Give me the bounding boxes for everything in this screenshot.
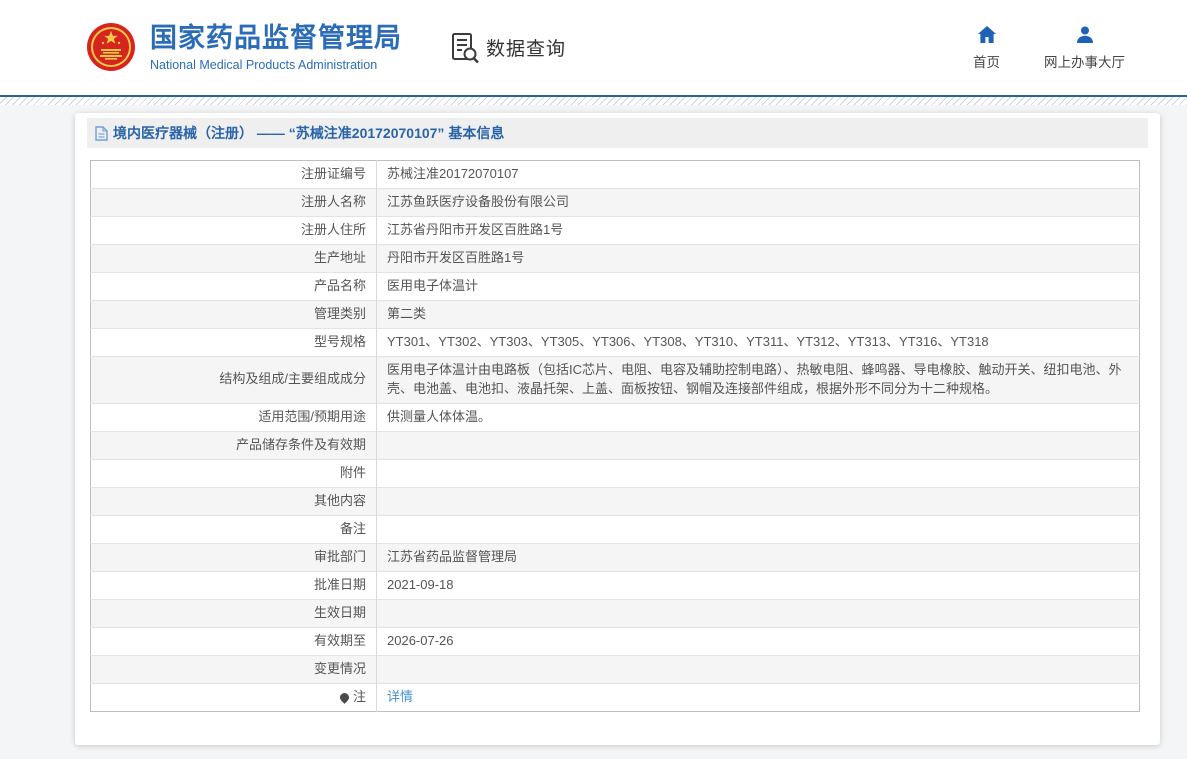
table-row: 变更情况 bbox=[90, 654, 1140, 684]
national-emblem-logo bbox=[87, 22, 135, 71]
row-value: 2026-07-26 bbox=[376, 626, 1140, 656]
row-label: 批准日期 bbox=[90, 570, 377, 600]
site-subtitle: National Medical Products Administration bbox=[150, 57, 378, 72]
row-value bbox=[376, 430, 1140, 460]
nav-service-hall-label: 网上办事大厅 bbox=[1044, 54, 1125, 70]
row-label: 有效期至 bbox=[90, 626, 377, 656]
brand-block: 国家药品监督管理局 National Medical Products Admi… bbox=[150, 23, 402, 71]
table-row: 批准日期 2021-09-18 bbox=[90, 570, 1140, 600]
row-value: 详情 bbox=[376, 682, 1140, 712]
nav-home[interactable]: 首页 bbox=[973, 25, 1000, 71]
row-value: 丹阳市开发区百胜路1号 bbox=[376, 244, 1140, 273]
row-label: 适用范围/预期用途 bbox=[90, 402, 377, 432]
row-label: 注册人住所 bbox=[90, 216, 377, 245]
data-query-entry[interactable]: 数据查询 bbox=[450, 32, 566, 64]
row-value bbox=[376, 514, 1140, 544]
breadcrumb: 境内医疗器械（注册） —— “苏械注准20172070107” 基本信息 bbox=[87, 118, 1148, 148]
row-label: 生效日期 bbox=[90, 598, 377, 628]
row-label: 备注 bbox=[90, 514, 377, 544]
row-value: 2021-09-18 bbox=[376, 570, 1140, 600]
table-row: 附件 bbox=[90, 458, 1140, 488]
document-icon bbox=[95, 125, 108, 141]
detail-link[interactable]: 详情 bbox=[387, 689, 413, 704]
page-title: 境内医疗器械（注册） —— “苏械注准20172070107” 基本信息 bbox=[113, 125, 505, 141]
table-row: 审批部门 江苏省药品监督管理局 bbox=[90, 542, 1140, 572]
nav-home-label: 首页 bbox=[973, 54, 1000, 70]
row-label: 结构及组成/主要组成成分 bbox=[90, 356, 377, 404]
row-label: 注 bbox=[90, 682, 377, 712]
row-label: 产品名称 bbox=[90, 272, 377, 301]
row-label: 生产地址 bbox=[90, 244, 377, 273]
row-value bbox=[376, 654, 1140, 684]
table-row: 生效日期 bbox=[90, 598, 1140, 628]
document-search-icon bbox=[452, 32, 479, 63]
table-row: 注册证编号 苏械注准20172070107 bbox=[91, 160, 1140, 189]
row-value bbox=[376, 458, 1140, 488]
row-label: 注册证编号 bbox=[300, 166, 366, 182]
bulb-icon bbox=[338, 690, 351, 704]
table-row: 管理类别 第二类 bbox=[90, 300, 1140, 329]
row-label: 审批部门 bbox=[90, 542, 377, 572]
table-row: 注册人名称 江苏鱼跃医疗设备股份有限公司 bbox=[90, 188, 1140, 217]
row-label: 产品储存条件及有效期 bbox=[90, 430, 377, 460]
row-label: 型号规格 bbox=[90, 328, 377, 357]
table-row: 注册人住所 江苏省丹阳市开发区百胜路1号 bbox=[90, 216, 1140, 245]
table-row: 备注 bbox=[90, 514, 1140, 544]
row-label: 注册人名称 bbox=[90, 188, 377, 217]
table-row: 注详情 bbox=[90, 682, 1140, 712]
row-value: 医用电子体温计 bbox=[376, 272, 1140, 301]
row-value: 医用电子体温计由电路板（包括IC芯片、电阻、电容及辅助控制电路）、热敏电阻、蜂鸣… bbox=[376, 356, 1140, 404]
table-row: 产品储存条件及有效期 bbox=[90, 430, 1140, 460]
row-value: 第二类 bbox=[376, 300, 1140, 329]
top-nav: 首页 网上办事大厅 bbox=[973, 25, 1125, 71]
row-label: 附件 bbox=[90, 458, 377, 488]
table-row: 结构及组成/主要组成成分 医用电子体温计由电路板（包括IC芯片、电阻、电容及辅助控… bbox=[90, 356, 1140, 404]
home-icon bbox=[977, 25, 996, 43]
content-card: 境内医疗器械（注册） —— “苏械注准20172070107” 基本信息 注册证… bbox=[75, 113, 1160, 745]
site-title: 国家药品监督管理局 bbox=[150, 23, 402, 54]
row-value: 江苏省药品监督管理局 bbox=[376, 542, 1140, 572]
row-value: 江苏省丹阳市开发区百胜路1号 bbox=[376, 216, 1140, 245]
row-value: 苏械注准20172070107 bbox=[376, 160, 1140, 189]
table-row: 产品名称 医用电子体温计 bbox=[90, 272, 1140, 301]
info-table-body: 注册证编号 苏械注准20172070107 注册人名称 江苏鱼跃医疗设备股份有限公司注… bbox=[90, 160, 1140, 712]
row-value: 江苏鱼跃医疗设备股份有限公司 bbox=[376, 188, 1140, 217]
row-label: 其他内容 bbox=[90, 486, 377, 516]
table-row: 其他内容 bbox=[90, 486, 1140, 516]
row-value bbox=[376, 486, 1140, 516]
section-title: 数据查询 bbox=[486, 39, 567, 60]
header: 国家药品监督管理局 National Medical Products Admi… bbox=[0, 0, 1187, 95]
row-value: YT301、YT302、YT303、YT305、YT306、YT308、YT31… bbox=[376, 328, 1140, 357]
table-row: 型号规格 YT301、YT302、YT303、YT305、YT306、YT308、… bbox=[90, 328, 1140, 357]
user-icon bbox=[1076, 26, 1093, 43]
striped-band bbox=[0, 97, 1187, 105]
table-row: 有效期至 2026-07-26 bbox=[90, 626, 1140, 656]
row-value: 供测量人体体温。 bbox=[376, 402, 1140, 432]
registration-info-table: 注册证编号 苏械注准20172070107 注册人名称 江苏鱼跃医疗设备股份有限公司注… bbox=[90, 160, 1140, 712]
row-value bbox=[376, 598, 1140, 628]
row-label: 管理类别 bbox=[90, 300, 377, 329]
table-row: 适用范围/预期用途 供测量人体体温。 bbox=[90, 402, 1140, 432]
row-label: 变更情况 bbox=[90, 654, 377, 684]
nav-service-hall[interactable]: 网上办事大厅 bbox=[1044, 25, 1125, 71]
table-row: 生产地址 丹阳市开发区百胜路1号 bbox=[90, 244, 1140, 273]
